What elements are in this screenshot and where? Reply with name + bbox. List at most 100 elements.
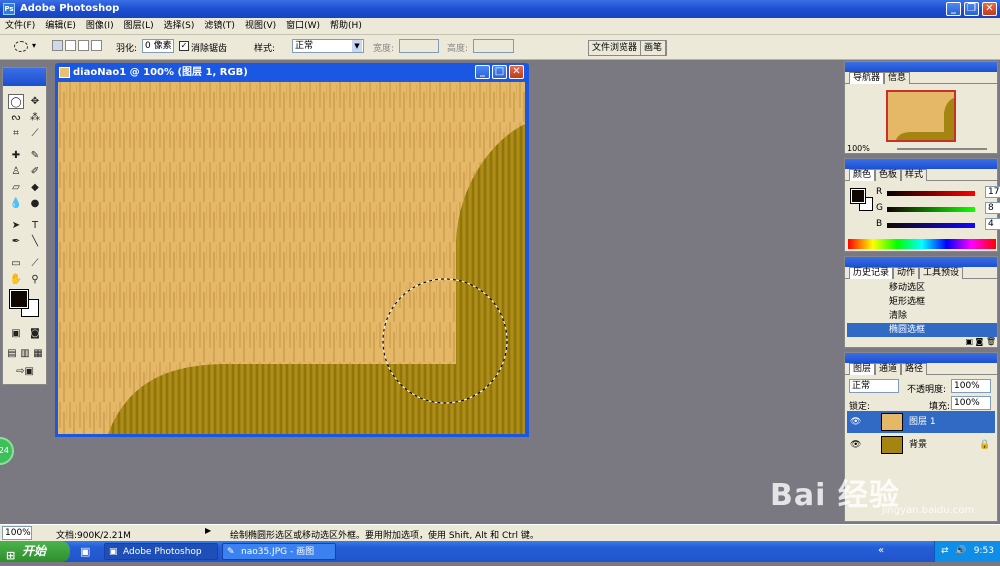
b-slider[interactable]: 4 xyxy=(887,218,1000,230)
eye-icon[interactable]: 👁 xyxy=(850,411,861,433)
new-selection-mode-button[interactable] xyxy=(52,40,63,51)
full-screen-menu-mode-icon[interactable]: ▥ xyxy=(19,346,31,361)
dodge-tool-icon[interactable]: ● xyxy=(27,196,43,211)
b-value[interactable]: 4 xyxy=(985,218,1000,230)
ellipse-marquee-preset-icon[interactable] xyxy=(14,41,28,52)
tab-swatches[interactable]: 色板 xyxy=(875,169,902,181)
minimize-button[interactable]: _ xyxy=(946,2,961,16)
doc-maximize-button[interactable]: □ xyxy=(492,65,507,79)
navigator-zoom[interactable]: 100% xyxy=(847,144,870,153)
menu-file[interactable]: 文件(F) xyxy=(0,18,40,35)
restore-button[interactable]: ❐ xyxy=(964,2,979,16)
tab-navigator[interactable]: 导航器 xyxy=(849,72,885,84)
slice-tool-icon[interactable]: ⟋ xyxy=(27,126,43,141)
add-selection-mode-button[interactable] xyxy=(65,40,76,51)
doc-close-button[interactable]: ✕ xyxy=(509,65,524,79)
doc-minimize-button[interactable]: _ xyxy=(475,65,490,79)
brushes-tab[interactable]: 画笔 xyxy=(641,41,667,55)
tray-expand-icon[interactable]: « xyxy=(878,545,884,556)
tab-history[interactable]: 历史记录 xyxy=(849,267,894,279)
eraser-tool-icon[interactable]: ▱ xyxy=(8,180,24,195)
history-brush-tool-icon[interactable]: ✐ xyxy=(27,164,43,179)
hand-tool-icon[interactable]: ✋ xyxy=(8,272,24,287)
file-browser-tab[interactable]: 文件浏览器 xyxy=(589,41,642,55)
color-foreground-swatch[interactable] xyxy=(850,188,866,204)
jump-to-imageready-icon[interactable]: ⇨▣ xyxy=(8,364,42,379)
menu-view[interactable]: 视图(V) xyxy=(240,18,281,35)
eyedropper-tool-icon[interactable]: ⟋ xyxy=(27,256,43,271)
brush-tool-icon[interactable]: ✎ xyxy=(27,148,43,163)
healing-brush-tool-icon[interactable]: ✚ xyxy=(8,148,24,163)
history-item-ellipse-marquee[interactable]: 椭圆选框 xyxy=(847,323,997,337)
blur-tool-icon[interactable]: 💧 xyxy=(8,196,24,211)
magic-wand-tool-icon[interactable]: ⁂ xyxy=(27,110,43,125)
menu-select[interactable]: 选择(S) xyxy=(159,18,200,35)
menu-image[interactable]: 图像(I) xyxy=(81,18,119,35)
notes-tool-icon[interactable]: ▭ xyxy=(8,256,24,271)
menu-filter[interactable]: 滤镜(T) xyxy=(199,18,240,35)
show-desktop-icon[interactable]: ▣ xyxy=(80,545,90,558)
close-button[interactable]: ✕ xyxy=(982,2,997,16)
eye-icon[interactable]: 👁 xyxy=(850,434,861,456)
pen-tool-icon[interactable]: ✒ xyxy=(8,234,24,249)
foreground-color-swatch[interactable] xyxy=(9,289,29,309)
history-panel-buttons[interactable]: ▣ ◙ 🗑 xyxy=(848,337,996,347)
doc-size-info[interactable]: 文档:900K/2.21M xyxy=(56,528,131,541)
tab-layers[interactable]: 图层 xyxy=(849,363,876,375)
navigator-thumbnail[interactable] xyxy=(886,90,956,142)
clone-stamp-tool-icon[interactable]: ♙ xyxy=(8,164,24,179)
image-canvas[interactable] xyxy=(58,82,525,434)
type-tool-icon[interactable]: T xyxy=(27,218,43,233)
blend-mode-select[interactable]: 正常 xyxy=(849,379,899,393)
tab-paths[interactable]: 路径 xyxy=(901,363,928,375)
tab-channels[interactable]: 通道 xyxy=(875,363,902,375)
path-selection-tool-icon[interactable]: ➤ xyxy=(8,218,24,233)
history-item-rect-marquee[interactable]: 矩形选框 xyxy=(847,295,997,309)
quick-mask-mode-icon[interactable]: ◙ xyxy=(27,326,43,341)
history-item-move-selection[interactable]: 移动选区 xyxy=(847,281,997,295)
elliptical-marquee-tool-icon[interactable]: ◯ xyxy=(8,94,24,109)
side-badge[interactable]: 24 xyxy=(0,437,14,465)
history-item-clear[interactable]: 清除 xyxy=(847,309,997,323)
style-select[interactable]: 正常 ▼ xyxy=(292,39,364,53)
antialias-checkbox[interactable]: ✓ xyxy=(179,41,189,51)
taskbar-photoshop[interactable]: ▣ Adobe Photoshop xyxy=(104,543,218,560)
fill-input[interactable]: 100% xyxy=(951,396,991,410)
subtract-selection-mode-button[interactable] xyxy=(78,40,89,51)
menu-window[interactable]: 窗口(W) xyxy=(281,18,325,35)
g-slider[interactable]: 8 xyxy=(887,202,1000,214)
status-zoom-input[interactable]: 100% xyxy=(2,526,32,540)
tab-tool-presets[interactable]: 工具预设 xyxy=(919,267,964,279)
layer-row-background[interactable]: 👁 背景 🔒 xyxy=(847,434,995,456)
tab-info[interactable]: 信息 xyxy=(884,72,911,84)
lasso-tool-icon[interactable]: ᔓ xyxy=(8,110,24,125)
menu-edit[interactable]: 编辑(E) xyxy=(40,18,81,35)
full-screen-mode-icon[interactable]: ▦ xyxy=(32,346,44,361)
status-arrow-icon[interactable]: ▶ xyxy=(205,526,211,535)
standard-screen-mode-icon[interactable]: ▤ xyxy=(6,346,18,361)
volume-icon[interactable]: 🔊 xyxy=(955,541,966,562)
crop-tool-icon[interactable]: ⌗ xyxy=(8,126,24,141)
tab-color[interactable]: 颜色 xyxy=(849,169,876,181)
r-slider[interactable]: 17 xyxy=(887,186,1000,198)
start-button[interactable]: ⊞ 开始 xyxy=(0,541,70,562)
move-tool-icon[interactable]: ✥ xyxy=(27,94,43,109)
tab-actions[interactable]: 动作 xyxy=(893,267,920,279)
opacity-input[interactable]: 100% xyxy=(951,379,991,393)
tab-styles[interactable]: 样式 xyxy=(901,169,928,181)
line-tool-icon[interactable]: ╲ xyxy=(27,234,43,249)
feather-input[interactable]: 0 像素 xyxy=(142,39,174,53)
paint-bucket-tool-icon[interactable]: ◆ xyxy=(27,180,43,195)
navigator-zoom-slider[interactable] xyxy=(897,148,987,150)
taskbar-paint[interactable]: ✎ nao35.JPG - 画图 xyxy=(222,543,336,560)
menu-help[interactable]: 帮助(H) xyxy=(325,18,367,35)
r-value[interactable]: 17 xyxy=(985,186,1000,198)
g-value[interactable]: 8 xyxy=(985,202,1000,214)
menu-layer[interactable]: 图层(L) xyxy=(119,18,159,35)
intersect-selection-mode-button[interactable] xyxy=(91,40,102,51)
layer-row-layer1[interactable]: 👁 图层 1 xyxy=(847,411,995,433)
standard-mode-icon[interactable]: ▣ xyxy=(8,326,24,341)
preset-dropdown-arrow-icon[interactable]: ▾ xyxy=(32,41,36,50)
color-spectrum-bar[interactable] xyxy=(848,239,996,249)
network-icon[interactable]: ⇄ xyxy=(941,541,949,562)
